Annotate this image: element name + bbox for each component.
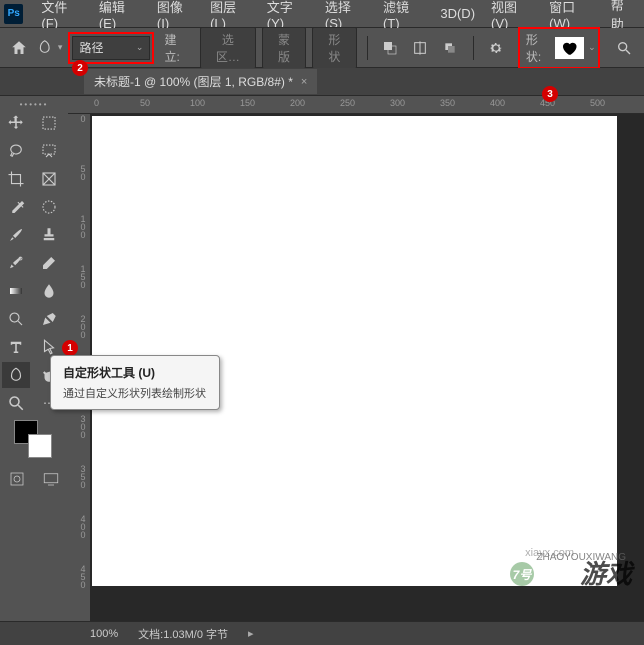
frame-tool[interactable] bbox=[35, 166, 63, 192]
screen-mode-icon[interactable] bbox=[38, 466, 64, 492]
gradient-tool[interactable] bbox=[2, 278, 30, 304]
path-operations-icon[interactable] bbox=[378, 35, 402, 61]
options-bar: ▾ 2 路径⌄ 建立: 选区… 蒙版 形状 形状: ⌄ bbox=[0, 28, 644, 68]
eyedropper-tool[interactable] bbox=[2, 194, 30, 220]
healing-tool[interactable] bbox=[35, 194, 63, 220]
tool-preset-icon[interactable]: ▾ bbox=[36, 35, 62, 61]
tooltip-desc: 通过自定义形状列表绘制形状 bbox=[63, 385, 207, 401]
gear-icon[interactable] bbox=[484, 35, 508, 61]
home-icon[interactable] bbox=[8, 36, 30, 60]
make-mask-button[interactable]: 蒙版 bbox=[262, 27, 306, 69]
mode-value: 路径 bbox=[79, 39, 103, 56]
divider bbox=[367, 36, 368, 60]
quick-select-tool[interactable] bbox=[35, 138, 63, 164]
custom-shape-tool[interactable] bbox=[2, 362, 30, 388]
document-info[interactable]: 文档:1.03M/0 字节 bbox=[138, 626, 228, 642]
annotation-badge-2: 2 bbox=[72, 60, 88, 76]
document-tab[interactable]: 未标题-1 @ 100% (图层 1, RGB/8#) * × bbox=[84, 69, 317, 94]
tool-tooltip: 自定形状工具 (U) 通过自定义形状列表绘制形状 bbox=[50, 355, 220, 410]
background-color[interactable] bbox=[28, 434, 52, 458]
lasso-tool[interactable] bbox=[2, 138, 30, 164]
redbox-mode: 路径⌄ bbox=[68, 32, 154, 64]
move-tool[interactable] bbox=[2, 110, 30, 136]
history-brush-tool[interactable] bbox=[2, 250, 30, 276]
quick-mask-icon[interactable] bbox=[4, 466, 30, 492]
type-tool[interactable] bbox=[2, 334, 30, 360]
marquee-tool[interactable] bbox=[35, 110, 63, 136]
zoom-level[interactable]: 100% bbox=[90, 628, 118, 640]
search-icon[interactable] bbox=[612, 35, 636, 61]
path-arrangement-icon[interactable] bbox=[438, 35, 462, 61]
document-tab-bar: 未标题-1 @ 100% (图层 1, RGB/8#) * × 3 bbox=[0, 68, 644, 96]
path-alignment-icon[interactable] bbox=[408, 35, 432, 61]
close-icon[interactable]: × bbox=[301, 76, 307, 88]
tooltip-title: 自定形状工具 (U) bbox=[63, 364, 207, 381]
pen-tool[interactable] bbox=[35, 306, 63, 332]
redbox-shape: 形状: ⌄ bbox=[518, 27, 600, 69]
shape-picker[interactable] bbox=[555, 37, 584, 59]
blur-tool[interactable] bbox=[35, 278, 63, 304]
ps-logo: Ps bbox=[4, 4, 23, 24]
crop-tool[interactable] bbox=[2, 166, 30, 192]
make-shape-button[interactable]: 形状 bbox=[312, 27, 356, 69]
shape-label: 形状: bbox=[526, 31, 551, 65]
make-selection-button[interactable]: 选区… bbox=[200, 27, 256, 69]
canvas[interactable] bbox=[92, 116, 617, 586]
divider-2 bbox=[473, 36, 474, 60]
mode-dropdown[interactable]: 路径⌄ bbox=[72, 36, 150, 60]
brush-tool[interactable] bbox=[2, 222, 30, 248]
menu-bar: Ps 文件(F) 编辑(E) 图像(I) 图层(L) 文字(Y) 选择(S) 滤… bbox=[0, 0, 644, 28]
ruler-corner bbox=[68, 96, 90, 114]
eraser-tool[interactable] bbox=[35, 250, 63, 276]
status-chevron[interactable]: ▸ bbox=[248, 627, 254, 640]
document-tab-title: 未标题-1 @ 100% (图层 1, RGB/8#) * bbox=[94, 73, 293, 90]
zoom-tool[interactable] bbox=[2, 390, 30, 416]
annotation-badge-1: 1 bbox=[62, 340, 78, 356]
dodge-tool[interactable] bbox=[2, 306, 30, 332]
annotation-badge-3: 3 bbox=[542, 86, 558, 102]
toolbox-grip[interactable]: •••••• bbox=[0, 100, 68, 108]
menu-3d[interactable]: 3D(D) bbox=[432, 2, 483, 25]
color-swatches bbox=[0, 418, 68, 462]
build-label: 建立: bbox=[164, 31, 190, 65]
ruler-horizontal: 0 50 100 150 200 250 300 350 400 450 500 bbox=[90, 96, 644, 114]
stamp-tool[interactable] bbox=[35, 222, 63, 248]
status-bar: 100% 文档:1.03M/0 字节 ▸ bbox=[0, 621, 644, 645]
